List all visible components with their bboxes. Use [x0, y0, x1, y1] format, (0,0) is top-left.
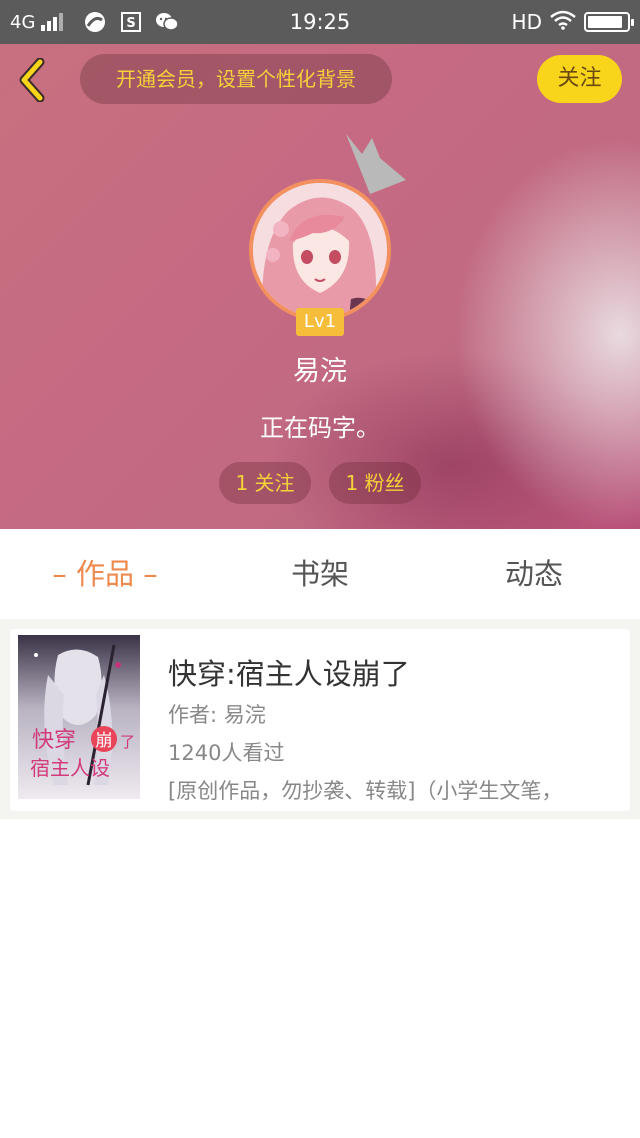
username: 易浣 — [293, 356, 347, 387]
fans-count-button[interactable]: 1 粉丝 — [329, 462, 421, 504]
cover-title-2: 崩 — [96, 731, 113, 751]
works-list: 快穿 崩 了 宿主人设 快穿:宿主人设崩了 作者: 易浣 1240人看过 [原创… — [0, 619, 640, 819]
book-cover-image: 快穿 崩 了 宿主人设 — [18, 635, 140, 799]
avatar-image — [253, 183, 387, 317]
back-button[interactable] — [14, 57, 54, 103]
back-arrow-icon — [19, 57, 45, 103]
cover-title-1: 快穿 — [32, 728, 76, 753]
tab-activity[interactable]: 动态 — [459, 529, 609, 619]
status-bar: 4G S 19:25 HD — [0, 0, 640, 44]
book-cover[interactable]: 快穿 崩 了 宿主人设 — [18, 635, 140, 799]
vip-background-promo[interactable]: 开通会员，设置个性化背景 — [80, 54, 392, 104]
tab-bookshelf[interactable]: 书架 — [245, 529, 395, 619]
book-author: 作者: 易浣 — [168, 703, 266, 727]
profile-tabs: – 作品 – 书架 动态 — [0, 529, 640, 619]
following-count-button[interactable]: 1 关注 — [219, 462, 311, 504]
wifi-icon — [550, 10, 576, 35]
status-right: HD — [511, 0, 634, 44]
hd-indicator: HD — [511, 10, 542, 34]
profile-header: 开通会员，设置个性化背景 关注 Lv1 易浣 正在码字。 1 关注 1 粉丝 — [0, 44, 640, 529]
battery-icon — [584, 12, 634, 32]
level-badge: Lv1 — [296, 308, 344, 336]
follow-button[interactable]: 关注 — [537, 55, 622, 103]
cover-title-3: 了 — [120, 733, 135, 751]
book-description: [原创作品，勿抄袭、转载]（小学生文笔， — [168, 779, 563, 803]
avatar[interactable] — [249, 179, 391, 321]
battery-level — [588, 16, 622, 28]
user-bio: 正在码字。 — [260, 414, 380, 442]
cover-title-4: 宿主人设 — [30, 756, 110, 780]
book-views: 1240人看过 — [168, 741, 285, 765]
book-title[interactable]: 快穿:宿主人设崩了 — [168, 651, 410, 693]
tab-works[interactable]: – 作品 – — [30, 529, 180, 619]
list-item[interactable]: 快穿 崩 了 宿主人设 快穿:宿主人设崩了 作者: 易浣 1240人看过 [原创… — [10, 629, 630, 811]
